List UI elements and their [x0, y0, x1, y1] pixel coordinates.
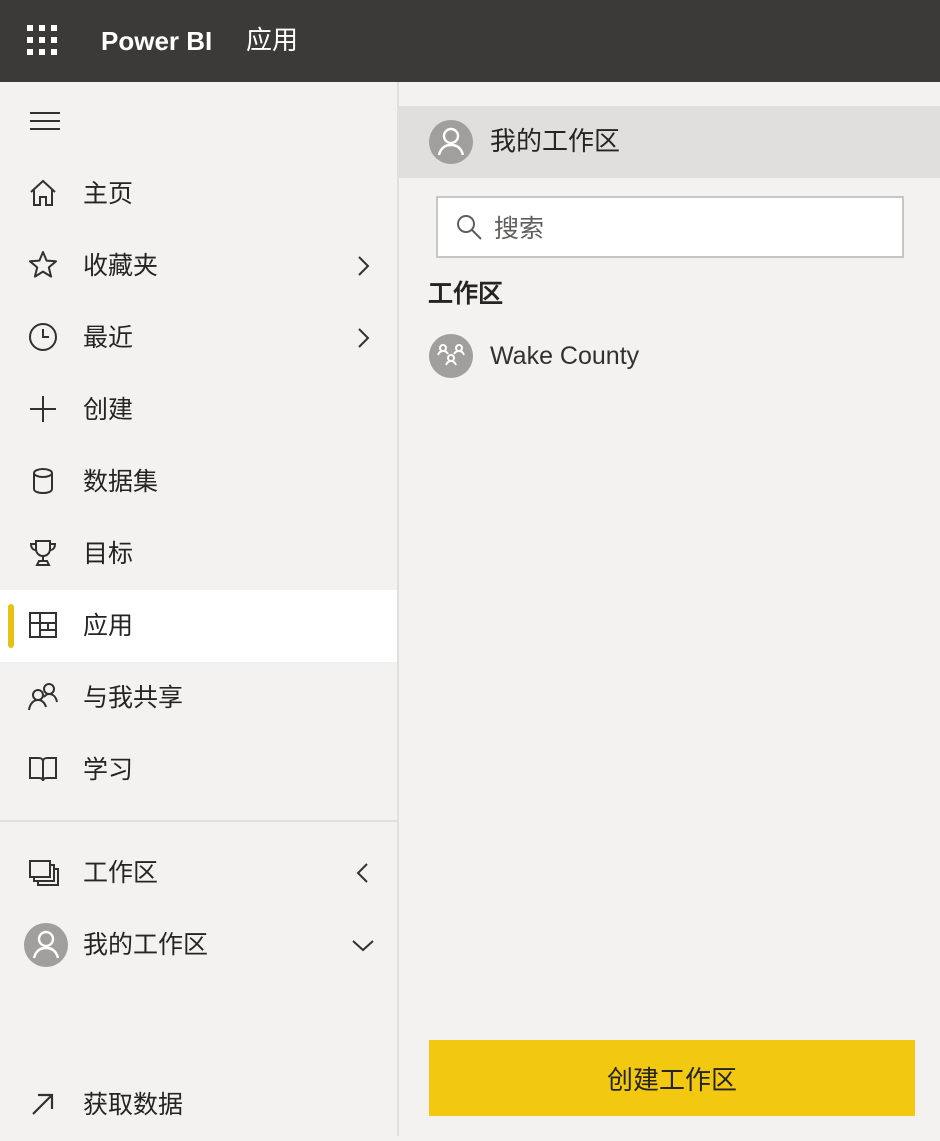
clock-icon	[26, 320, 60, 354]
search-input[interactable]	[492, 206, 896, 250]
trophy-icon	[26, 536, 60, 570]
nav-item-label: 目标	[83, 539, 134, 568]
nav-item-label: 与我共享	[83, 683, 184, 712]
chevron-left-icon[interactable]	[352, 861, 374, 885]
shared-icon	[26, 680, 60, 714]
nav-item-label: 我的工作区	[83, 930, 209, 959]
home-icon	[26, 176, 60, 210]
nav-item-label: 最近	[83, 323, 134, 352]
nav-item-favorites[interactable]: 收藏夹	[0, 230, 397, 302]
create-workspace-button[interactable]: 创建工作区	[429, 1040, 915, 1116]
nav-item-label: 工作区	[83, 858, 159, 887]
nav-item-recent[interactable]: 最近	[0, 302, 397, 374]
nav-item-label: 创建	[83, 395, 134, 424]
nav-item-apps[interactable]: 应用	[0, 590, 397, 662]
nav-item-my-workspace[interactable]: 我的工作区	[0, 909, 397, 981]
avatar-icon	[429, 120, 473, 164]
search-icon	[454, 212, 484, 242]
workspace-group-icon	[429, 334, 473, 378]
breadcrumb: 应用	[246, 26, 299, 56]
workspace-search[interactable]	[436, 196, 904, 258]
workspace-list-item[interactable]: Wake County	[399, 326, 940, 386]
apps-icon	[26, 608, 60, 642]
nav-item-goals[interactable]: 目标	[0, 518, 397, 590]
left-nav: 主页 收藏夹 最近 创建 数据集 目标 应用 与我共享 学习 工作区 我的工作区…	[0, 82, 399, 1136]
nav-item-label: 学习	[83, 755, 134, 784]
nav-item-learn[interactable]: 学习	[0, 734, 397, 806]
nav-item-label: 收藏夹	[83, 251, 159, 280]
nav-item-label: 应用	[83, 611, 134, 640]
waffle-icon[interactable]	[26, 24, 58, 56]
book-icon	[26, 752, 60, 786]
nav-item-get-data[interactable]: 获取数据	[0, 1069, 397, 1141]
nav-item-home[interactable]: 主页	[0, 158, 397, 230]
workspaces-icon	[26, 855, 60, 889]
workspace-name: Wake County	[490, 342, 640, 370]
database-icon	[26, 464, 60, 498]
avatar-icon	[24, 923, 68, 967]
brand-name[interactable]: Power BI	[101, 24, 212, 58]
nav-item-create[interactable]: 创建	[0, 374, 397, 446]
section-label: 工作区	[428, 279, 504, 308]
nav-divider	[0, 820, 397, 822]
nav-item-label: 数据集	[83, 467, 159, 496]
plus-icon	[26, 392, 60, 426]
workspace-flyout: 我的工作区 工作区 Wake County 创建工作区	[399, 82, 940, 1136]
nav-item-datasets[interactable]: 数据集	[0, 446, 397, 518]
hamburger-icon[interactable]	[29, 110, 61, 132]
nav-item-label: 主页	[83, 179, 134, 208]
arrow-up-right-icon	[26, 1087, 60, 1121]
flyout-title: 我的工作区	[490, 127, 621, 157]
chevron-right-icon[interactable]	[352, 326, 374, 350]
flyout-header[interactable]: 我的工作区	[399, 106, 940, 178]
star-icon	[26, 248, 60, 282]
nav-item-label: 获取数据	[83, 1090, 184, 1119]
nav-item-workspaces[interactable]: 工作区	[0, 837, 397, 909]
nav-item-shared[interactable]: 与我共享	[0, 662, 397, 734]
top-bar: Power BI 应用	[0, 0, 940, 82]
chevron-down-icon[interactable]	[350, 933, 376, 957]
chevron-right-icon[interactable]	[352, 254, 374, 278]
